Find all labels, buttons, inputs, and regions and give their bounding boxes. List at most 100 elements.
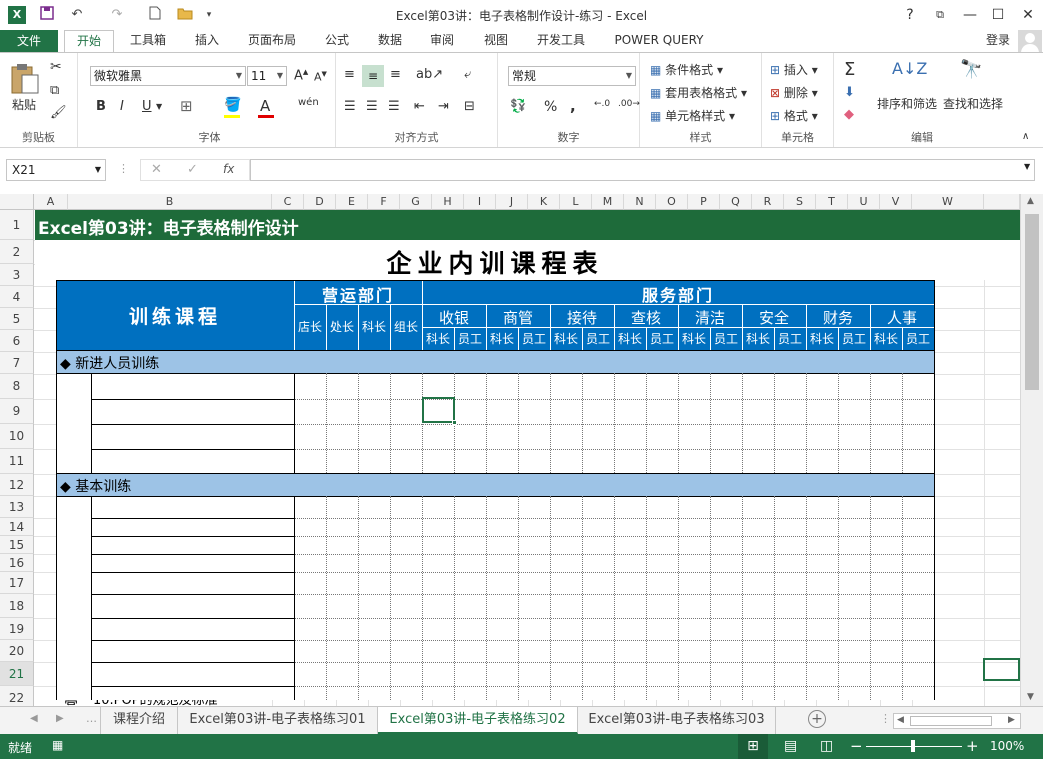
decrease-decimal-icon[interactable]: .00→: [618, 99, 640, 109]
close-icon[interactable]: ✕: [1014, 4, 1042, 26]
worksheet-grid[interactable]: ABCDEFGHIJKLMNOPQRSTUVW 1 2 3 4 5 6 7 8 9 10 11 12 1…: [0, 194, 1020, 706]
vertical-scrollbar[interactable]: ▲ ▼: [1020, 194, 1043, 706]
increase-decimal-icon[interactable]: ←.0: [594, 99, 610, 109]
underline-dropdown-icon[interactable]: ▼: [156, 102, 162, 111]
zoom-slider-thumb[interactable]: [911, 740, 915, 752]
tab-power-query[interactable]: POWER QUERY: [606, 30, 712, 53]
column-header[interactable]: R: [752, 194, 784, 210]
cell-styles-button[interactable]: ▦ 单元格样式 ▾: [650, 107, 735, 124]
tab-data[interactable]: 数据: [368, 30, 412, 53]
add-sheet-icon[interactable]: +: [808, 710, 826, 728]
row-header[interactable]: 21: [0, 662, 34, 686]
bottom-align-icon[interactable]: ≡: [390, 67, 401, 82]
insert-cells-button[interactable]: ⊞ 插入 ▾: [770, 61, 818, 78]
delete-cells-button[interactable]: ⊠ 删除 ▾: [770, 84, 818, 101]
font-color-icon[interactable]: A: [260, 97, 270, 115]
normal-view-icon[interactable]: ⊞: [738, 734, 768, 759]
scroll-down-icon[interactable]: ▼: [1027, 692, 1034, 702]
formula-input[interactable]: [250, 159, 1035, 181]
horizontal-scrollbar[interactable]: ◀ ▶: [893, 713, 1021, 729]
borders-icon[interactable]: ⊞: [180, 97, 193, 115]
column-header[interactable]: L: [560, 194, 592, 210]
row-header[interactable]: 4: [0, 286, 34, 308]
percent-button[interactable]: %: [544, 99, 557, 115]
copy-icon[interactable]: ⧉: [50, 83, 59, 98]
sheet-tab-intro[interactable]: 课程介绍: [100, 707, 178, 734]
zoom-out-icon[interactable]: −: [850, 737, 863, 755]
fill-handle[interactable]: [452, 420, 457, 425]
number-format-dropdown[interactable]: 常规 ▼: [508, 66, 636, 86]
insert-function-button[interactable]: fx: [223, 162, 234, 176]
ribbon-display-icon[interactable]: ⧉: [926, 4, 954, 26]
column-header[interactable]: F: [368, 194, 400, 210]
row-header[interactable]: 15: [0, 536, 34, 554]
row-header[interactable]: 11: [0, 449, 34, 474]
sheet-tab-01[interactable]: Excel第03讲-电子表格练习01: [178, 707, 378, 734]
scroll-thumb[interactable]: [1025, 214, 1039, 390]
increase-indent-icon[interactable]: ⇥: [438, 99, 449, 114]
sign-in-link[interactable]: 登录: [978, 30, 1018, 53]
expand-formula-icon[interactable]: ▼: [1024, 162, 1030, 171]
minimize-icon[interactable]: —: [956, 4, 984, 26]
hscroll-thumb[interactable]: [910, 716, 992, 726]
font-size-dropdown[interactable]: 11 ▼: [247, 66, 287, 86]
collapse-ribbon-icon[interactable]: ∧: [1022, 131, 1029, 142]
sheet-tab-02[interactable]: Excel第03讲-电子表格练习02: [378, 707, 578, 734]
row-header[interactable]: 8: [0, 374, 34, 399]
fill-icon[interactable]: ⬇: [844, 85, 855, 100]
column-header[interactable]: E: [336, 194, 368, 210]
column-header[interactable]: N: [624, 194, 656, 210]
row-header[interactable]: 22: [0, 686, 34, 706]
tab-view[interactable]: 视图: [474, 30, 518, 53]
row-header[interactable]: 10: [0, 424, 34, 449]
fill-color-icon[interactable]: 🪣: [224, 97, 241, 113]
row-header[interactable]: 2: [0, 240, 34, 264]
find-select-icon[interactable]: 🔭: [960, 59, 982, 80]
comma-button[interactable]: ,: [570, 97, 576, 115]
zoom-in-icon[interactable]: +: [966, 737, 979, 755]
maximize-icon[interactable]: ☐: [984, 4, 1012, 26]
autosum-icon[interactable]: Σ: [844, 59, 855, 80]
align-center-icon[interactable]: ☰: [366, 99, 378, 114]
cancel-icon[interactable]: ✕: [151, 162, 162, 177]
tab-review[interactable]: 审阅: [420, 30, 464, 53]
scroll-up-icon[interactable]: ▲: [1027, 196, 1034, 206]
row-header[interactable]: 13: [0, 496, 34, 518]
increase-font-icon[interactable]: A▲: [294, 68, 308, 83]
row-header[interactable]: 6: [0, 330, 34, 352]
macro-record-icon[interactable]: ▦: [52, 738, 63, 752]
sort-filter-icon[interactable]: A↓Z: [892, 59, 927, 78]
column-header[interactable]: C: [272, 194, 304, 210]
column-header[interactable]: D: [304, 194, 336, 210]
merge-center-icon[interactable]: ⊟: [464, 99, 475, 114]
row-header[interactable]: 5: [0, 308, 34, 330]
column-header[interactable]: M: [592, 194, 624, 210]
next-sheet-icon[interactable]: ▶: [56, 713, 64, 724]
help-icon[interactable]: ?: [896, 4, 924, 26]
row-header[interactable]: 12: [0, 474, 34, 496]
name-box[interactable]: X21 ▼: [6, 159, 106, 181]
column-header[interactable]: U: [848, 194, 880, 210]
hscroll-divider-icon[interactable]: ⋮: [880, 712, 891, 725]
decrease-indent-icon[interactable]: ⇤: [414, 99, 425, 114]
column-header[interactable]: Q: [720, 194, 752, 210]
row-header[interactable]: 9: [0, 399, 34, 424]
tab-insert[interactable]: 插入: [184, 30, 230, 53]
column-header[interactable]: K: [528, 194, 560, 210]
format-painter-icon[interactable]: 🖌: [50, 105, 67, 120]
page-layout-view-icon[interactable]: ▤: [784, 738, 797, 754]
column-header[interactable]: B: [68, 194, 272, 210]
top-align-icon[interactable]: ≡: [344, 67, 355, 82]
middle-align-button[interactable]: ≡: [362, 65, 384, 87]
format-as-table-button[interactable]: ▦ 套用表格格式 ▾: [650, 84, 747, 101]
page-break-view-icon[interactable]: ◫: [820, 738, 833, 754]
currency-icon[interactable]: 💱: [510, 99, 526, 114]
prev-sheet-icon[interactable]: ◀: [30, 713, 38, 724]
column-header[interactable]: H: [432, 194, 464, 210]
row-header[interactable]: 16: [0, 554, 34, 572]
column-header[interactable]: P: [688, 194, 720, 210]
sheet-tab-03[interactable]: Excel第03讲-电子表格练习03: [578, 707, 776, 734]
column-header[interactable]: A: [34, 194, 68, 210]
row-header[interactable]: 1: [0, 210, 34, 240]
orientation-icon[interactable]: ab↗: [416, 67, 443, 82]
